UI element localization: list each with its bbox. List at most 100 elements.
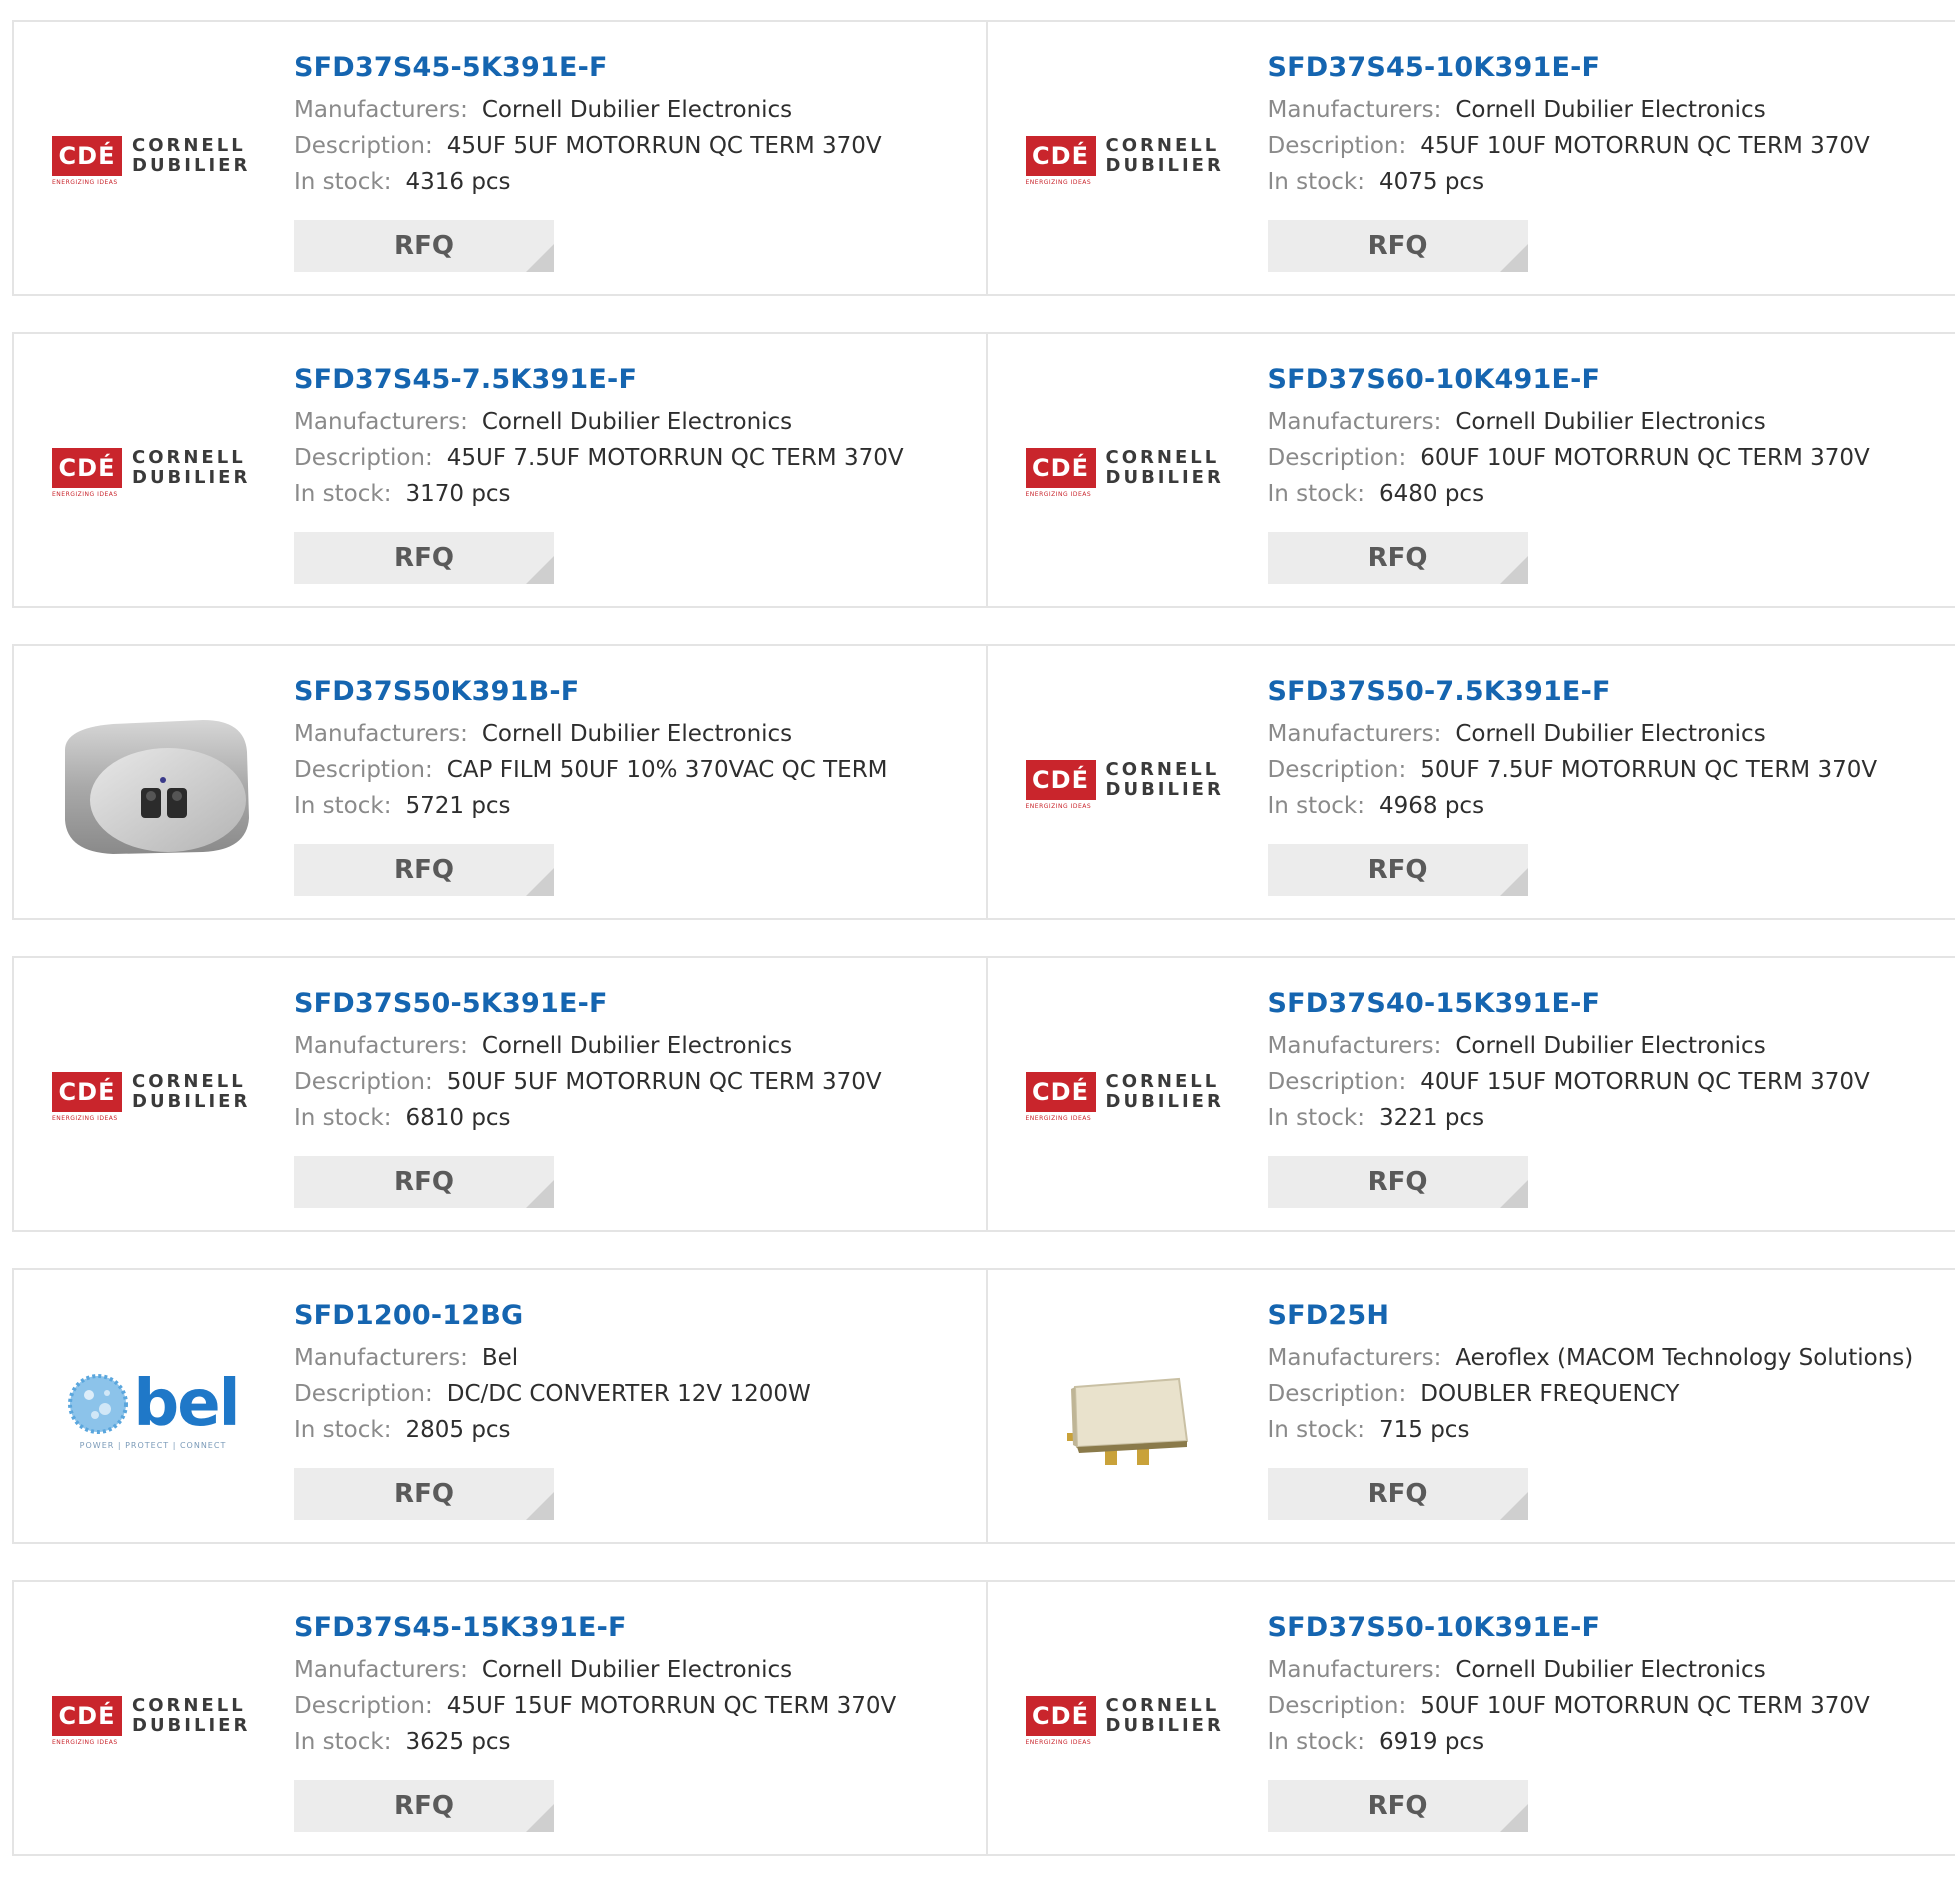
part-number-link[interactable]: SFD37S50K391B-F — [294, 672, 976, 712]
product-thumbnail[interactable]: CDÉ CORNELL DUBILIER ENERGIZING IDEAS — [1025, 688, 1228, 882]
product-row: CDÉ CORNELL DUBILIER ENERGIZING IDEAS SF… — [12, 20, 1955, 296]
manufacturer-label: Manufacturers: — [294, 1657, 468, 1683]
rfq-button[interactable]: RFQ — [294, 220, 554, 272]
product-row: SFD37S50K391B-F Manufacturers: Cornell Du… — [12, 644, 1955, 920]
stock-label: In stock: — [294, 793, 392, 819]
description-value: 45UF 5UF MOTORRUN QC TERM 370V — [446, 133, 882, 159]
rfq-button-label: RFQ — [394, 1479, 454, 1509]
cornell-dubilier-logo: CDÉ CORNELL DUBILIER ENERGIZING IDEAS — [52, 1072, 254, 1122]
part-number-link[interactable]: SFD25H — [1268, 1296, 1955, 1336]
manufacturer-value: Cornell Dubilier Electronics — [481, 721, 793, 747]
rfq-button[interactable]: RFQ — [1267, 844, 1528, 896]
cde-logo-tagline: ENERGIZING IDEAS — [1025, 491, 1092, 498]
description-value: 40UF 15UF MOTORRUN QC TERM 370V — [1420, 1069, 1870, 1095]
description-label: Description: — [1267, 1381, 1407, 1407]
rfq-corner-decoration — [526, 556, 554, 584]
stock-row: In stock: 6810 pcs — [294, 1100, 976, 1136]
product-thumbnail[interactable]: CDÉ CORNELL DUBILIER ENERGIZING IDEAS — [1025, 1624, 1228, 1818]
rfq-button[interactable]: RFQ — [1267, 1156, 1528, 1208]
product-thumbnail[interactable]: CDÉ CORNELL DUBILIER ENERGIZING IDEAS — [1025, 1000, 1228, 1194]
product-thumbnail[interactable]: CDÉ CORNELL DUBILIER ENERGIZING IDEAS — [52, 376, 254, 570]
rfq-button[interactable]: RFQ — [294, 1780, 554, 1832]
rfq-corner-decoration — [526, 868, 554, 896]
part-number-link[interactable]: SFD37S50-7.5K391E-F — [1268, 672, 1955, 712]
description-row: Description: 50UF 7.5UF MOTORRUN QC TERM … — [1268, 752, 1955, 788]
rfq-button[interactable]: RFQ — [1267, 1468, 1528, 1520]
manufacturer-value: Aeroflex (MACOM Technology Solutions) — [1455, 1345, 1914, 1371]
rfq-button-label: RFQ — [394, 231, 454, 261]
cornell-dubilier-logo: CDÉ CORNELL DUBILIER ENERGIZING IDEAS — [1025, 1072, 1228, 1122]
part-number-link[interactable]: SFD37S50-10K391E-F — [1268, 1608, 1955, 1648]
product-thumbnail[interactable]: CDÉ CORNELL DUBILIER ENERGIZING IDEAS — [52, 1624, 254, 1818]
stock-label: In stock: — [294, 1105, 392, 1131]
cde-logo-tagline: ENERGIZING IDEAS — [1025, 179, 1092, 186]
part-number-link[interactable]: SFD37S45-15K391E-F — [294, 1608, 976, 1648]
product-thumbnail[interactable]: CDÉ CORNELL DUBILIER ENERGIZING IDEAS — [52, 1000, 254, 1194]
product-card: CDÉ CORNELL DUBILIER ENERGIZING IDEAS SF… — [12, 332, 988, 608]
part-number-link[interactable]: SFD37S50-5K391E-F — [294, 984, 976, 1024]
rfq-corner-decoration — [1499, 1804, 1528, 1832]
manufacturer-label: Manufacturers: — [294, 1033, 468, 1059]
cde-logo-mark: CDÉ — [52, 136, 122, 176]
rfq-button[interactable]: RFQ — [294, 844, 554, 896]
cde-logo-line1: CORNELL — [132, 1071, 246, 1092]
stock-label: In stock: — [294, 169, 392, 195]
cde-logo-line2: DUBILIER — [132, 1715, 251, 1736]
part-number-link[interactable]: SFD1200-12BG — [294, 1296, 976, 1336]
product-card: SFD25H Manufacturers: Aeroflex (MACOM Tec… — [985, 1268, 1955, 1544]
description-value: DOUBLER FREQUENCY — [1420, 1381, 1680, 1407]
stock-label: In stock: — [1267, 169, 1365, 195]
rfq-button[interactable]: RFQ — [294, 532, 554, 584]
rfq-button[interactable]: RFQ — [294, 1468, 554, 1520]
description-row: Description: 45UF 15UF MOTORRUN QC TERM 3… — [294, 1688, 976, 1724]
cde-logo-tagline: ENERGIZING IDEAS — [52, 179, 118, 186]
rfq-button[interactable]: RFQ — [294, 1156, 554, 1208]
rfq-button[interactable]: RFQ — [1267, 532, 1528, 584]
part-number-link[interactable]: SFD37S45-10K391E-F — [1268, 48, 1955, 88]
description-value: 50UF 10UF MOTORRUN QC TERM 370V — [1420, 1693, 1870, 1719]
product-card: CDÉ CORNELL DUBILIER ENERGIZING IDEAS SF… — [985, 332, 1955, 608]
description-label: Description: — [294, 133, 433, 159]
manufacturer-label: Manufacturers: — [1267, 1657, 1442, 1683]
manufacturer-label: Manufacturers: — [294, 721, 468, 747]
cornell-dubilier-logo: CDÉ CORNELL DUBILIER ENERGIZING IDEAS — [52, 136, 254, 186]
product-thumbnail[interactable]: CDÉ CORNELL DUBILIER ENERGIZING IDEAS — [52, 64, 254, 258]
product-thumbnail[interactable]: bel POWER | PROTECT | CONNECT — [52, 1312, 254, 1506]
stock-value: 2805 pcs — [405, 1417, 511, 1443]
stock-row: In stock: 4075 pcs — [1268, 164, 1955, 200]
cde-logo-line1: CORNELL — [1105, 759, 1220, 780]
manufacturer-label: Manufacturers: — [294, 97, 468, 123]
product-thumbnail[interactable] — [52, 688, 254, 882]
stock-value: 5721 pcs — [405, 793, 511, 819]
cde-logo-line2: DUBILIER — [1105, 1715, 1224, 1736]
part-number-link[interactable]: SFD37S40-15K391E-F — [1268, 984, 1955, 1024]
manufacturer-row: Manufacturers: Cornell Dubilier Electroni… — [294, 1652, 976, 1688]
stock-row: In stock: 3221 pcs — [1268, 1100, 1955, 1136]
description-row: Description: 50UF 10UF MOTORRUN QC TERM 3… — [1268, 1688, 1955, 1724]
manufacturer-row: Manufacturers: Cornell Dubilier Electroni… — [294, 404, 976, 440]
part-number-link[interactable]: SFD37S45-5K391E-F — [294, 48, 976, 88]
product-thumbnail[interactable]: CDÉ CORNELL DUBILIER ENERGIZING IDEAS — [1025, 64, 1228, 258]
manufacturer-value: Cornell Dubilier Electronics — [1455, 721, 1766, 747]
stock-label: In stock: — [294, 481, 392, 507]
description-value: 45UF 10UF MOTORRUN QC TERM 370V — [1420, 133, 1870, 159]
product-card: CDÉ CORNELL DUBILIER ENERGIZING IDEAS SF… — [12, 20, 988, 296]
product-card: SFD37S50K391B-F Manufacturers: Cornell Du… — [12, 644, 988, 920]
part-number-link[interactable]: SFD37S60-10K491E-F — [1268, 360, 1955, 400]
manufacturer-value: Cornell Dubilier Electronics — [1455, 1033, 1766, 1059]
rfq-button[interactable]: RFQ — [1267, 1780, 1528, 1832]
cde-logo-tagline: ENERGIZING IDEAS — [1025, 1739, 1092, 1746]
module-product-image — [1066, 1377, 1188, 1465]
cornell-dubilier-logo: CDÉ CORNELL DUBILIER ENERGIZING IDEAS — [52, 1696, 254, 1746]
rfq-button-label: RFQ — [394, 855, 454, 885]
product-thumbnail[interactable] — [1026, 1312, 1228, 1506]
cornell-dubilier-logo: CDÉ CORNELL DUBILIER ENERGIZING IDEAS — [52, 448, 254, 498]
rfq-corner-decoration — [526, 1804, 554, 1832]
part-number-link[interactable]: SFD37S45-7.5K391E-F — [294, 360, 976, 400]
cde-logo-line1: CORNELL — [1105, 135, 1220, 156]
description-label: Description: — [294, 757, 433, 783]
rfq-button[interactable]: RFQ — [1267, 220, 1528, 272]
product-thumbnail[interactable]: CDÉ CORNELL DUBILIER ENERGIZING IDEAS — [1025, 376, 1228, 570]
manufacturer-row: Manufacturers: Cornell Dubilier Electroni… — [294, 1028, 976, 1064]
manufacturer-value: Cornell Dubilier Electronics — [481, 1033, 793, 1059]
